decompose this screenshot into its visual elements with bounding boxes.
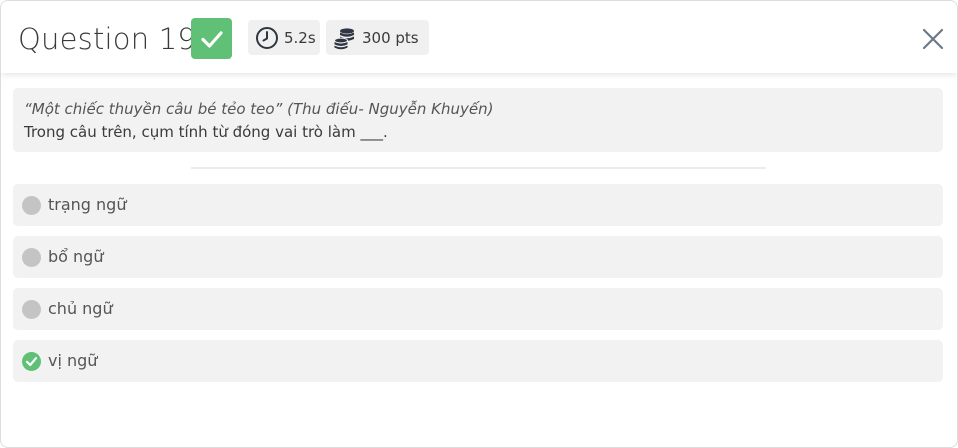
question-header: Question 19 5.2s 300 pts xyxy=(1,1,957,73)
clock-icon xyxy=(255,26,279,50)
close-button[interactable] xyxy=(919,25,947,53)
question-quote: “Một chiếc thuyền câu bé tẻo teo” (Thu đ… xyxy=(24,100,494,118)
correct-check-icon xyxy=(22,352,41,371)
coins-icon xyxy=(333,26,357,50)
points-chip: 300 pts xyxy=(326,20,429,55)
close-icon xyxy=(922,28,944,50)
answer-option[interactable]: bổ ngữ xyxy=(13,236,943,278)
divider xyxy=(191,167,766,169)
question-title: Question 19 xyxy=(18,22,197,56)
option-radio-icon xyxy=(22,248,41,267)
answer-option-correct[interactable]: vị ngữ xyxy=(13,340,943,382)
points-value: 300 pts xyxy=(362,28,419,47)
question-review-card: Question 19 5.2s 300 pts “Một chiếc thuy… xyxy=(0,0,958,448)
answer-option[interactable]: trạng ngữ xyxy=(13,184,943,226)
check-icon xyxy=(200,30,223,48)
option-label: trạng ngữ xyxy=(48,195,127,214)
option-label: vị ngữ xyxy=(48,351,98,370)
correct-status-badge xyxy=(191,18,232,59)
question-text-box: “Một chiếc thuyền câu bé tẻo teo” (Thu đ… xyxy=(13,88,943,152)
option-radio-icon xyxy=(22,300,41,319)
option-label: bổ ngữ xyxy=(48,247,104,266)
option-label: chủ ngữ xyxy=(48,299,113,318)
option-radio-icon xyxy=(22,196,41,215)
question-prompt: Trong câu trên, cụm tính từ đóng vai trò… xyxy=(24,123,388,141)
time-value: 5.2s xyxy=(284,28,316,47)
time-chip: 5.2s xyxy=(248,20,320,55)
answer-option[interactable]: chủ ngữ xyxy=(13,288,943,330)
